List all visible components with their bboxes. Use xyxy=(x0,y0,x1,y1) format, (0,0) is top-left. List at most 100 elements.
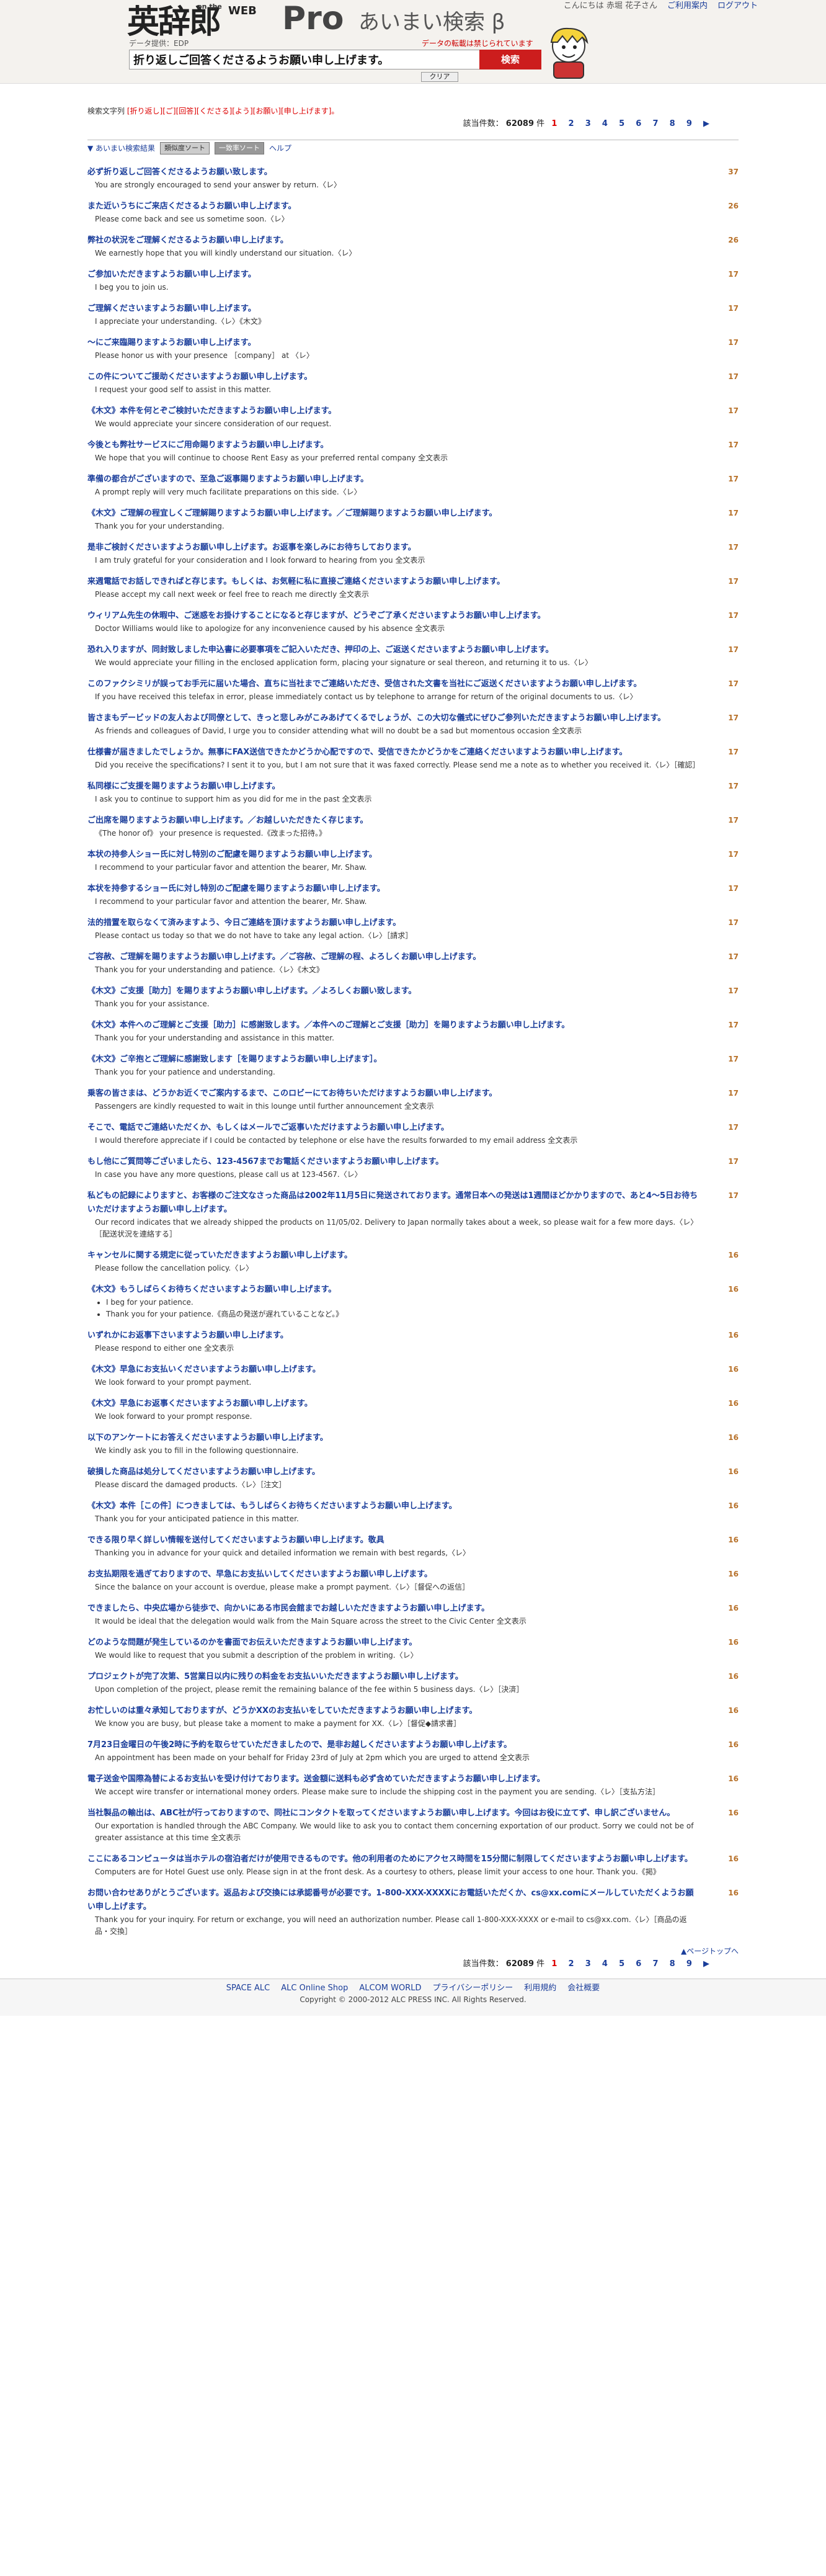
result-japanese[interactable]: ～にご来臨賜りますようお願い申し上げます。 xyxy=(87,336,701,350)
result-japanese[interactable]: 乗客の皆さまは、どうかお近くでご案内するまで、このロビーにてお待ちいただけますよ… xyxy=(87,1087,701,1101)
result-japanese[interactable]: ここにあるコンピュータは当ホテルの宿泊者だけが使用できるものです。他の利用者のた… xyxy=(87,1853,701,1866)
result-japanese[interactable]: もし他にご質問等ございましたら、123-4567までお電話くださいますようお願い… xyxy=(87,1155,701,1169)
result-japanese[interactable]: 以下のアンケートにお答えくださいますようお願い申し上げます。 xyxy=(87,1431,701,1445)
result-score: 17 xyxy=(728,1089,739,1098)
page-3[interactable]: 3 xyxy=(585,119,591,130)
result-japanese[interactable]: いずれかにお返事下さいますようお願い申し上げます。 xyxy=(87,1329,701,1343)
result-japanese[interactable]: お忙しいのは重々承知しておりますが、どうかXXのお支払いをしていただきますようお… xyxy=(87,1704,701,1718)
page-4[interactable]: 4 xyxy=(602,119,608,130)
footer-link-company[interactable]: 会社概要 xyxy=(567,1983,600,1994)
result-japanese[interactable]: 《木文》早急にお返事くださいますようお願い申し上げます。 xyxy=(87,1397,701,1411)
result-japanese[interactable]: また近いうちにご来店くださるようお願い申し上げます。 xyxy=(87,200,701,213)
result-japanese[interactable]: 破損した商品は処分してくださいますようお願い申し上げます。 xyxy=(87,1465,701,1479)
help-link-sort[interactable]: ヘルプ xyxy=(269,143,291,153)
result-japanese[interactable]: 恐れ入りますが、同封致しました申込書に必要事項をご記入いただき、押印の上、ご返送… xyxy=(87,643,701,657)
result-japanese[interactable]: 皆さまもデービッドの友人および同僚として、きっと悲しみがこみあげてくるでしょうが… xyxy=(87,712,701,725)
result-japanese[interactable]: 《木文》本件へのご理解とご支援［助力］に感謝致します。／本件へのご理解とご支援［… xyxy=(87,1019,701,1032)
search-button[interactable]: 検索 xyxy=(479,50,541,69)
page-top-anchor[interactable]: ▲ページトップへ xyxy=(681,1947,739,1956)
result-japanese[interactable]: ご理解くださいますようお願い申し上げます。 xyxy=(87,302,701,316)
page-1[interactable]: 1 xyxy=(551,119,557,130)
result-japanese[interactable]: どのような問題が発生しているのかを書面でお伝えいただきますようお願い申し上げます… xyxy=(87,1636,701,1650)
result-score: 16 xyxy=(728,1740,739,1749)
pager-count: 62089 xyxy=(505,1959,535,1969)
result-japanese[interactable]: ご出席を賜りますようお願い申し上げます。／お越しいただきたく存じます。 xyxy=(87,814,701,828)
page-6[interactable]: 6 xyxy=(636,1959,641,1970)
result-japanese[interactable]: 《木文》本件［この件］につきましては、もうしばらくお待ちくださいますようお願い申… xyxy=(87,1500,701,1513)
result-japanese[interactable]: できる限り早く詳しい情報を送付してくださいますようお願い申し上げます。敬具 xyxy=(87,1534,701,1547)
page-5[interactable]: 5 xyxy=(619,1959,624,1970)
result-score: 17 xyxy=(728,1021,739,1029)
result-japanese[interactable]: 弊社の状況をご理解くださるようお願い申し上げます。 xyxy=(87,234,701,248)
result-english: Thank you for your inquiry. For return o… xyxy=(95,1915,687,1936)
result-japanese[interactable]: お支払期限を過ぎておりますので、早急にお支払いしてくださいますようお願い申し上げ… xyxy=(87,1568,701,1581)
result-japanese[interactable]: 仕様書が届きましたでしょうか。無事にFAX送信できたかどうか心配ですので、受信で… xyxy=(87,746,701,759)
result-japanese[interactable]: 《木文》ご理解の程宜しくご理解賜りますようお願い申し上げます。／ご理解賜りますよ… xyxy=(87,507,701,521)
footer-link-space-alc[interactable]: SPACE ALC xyxy=(226,1983,270,1994)
page-2[interactable]: 2 xyxy=(569,119,574,130)
result-japanese[interactable]: 本状を持参するショー氏に対し特別のご配慮を賜りますようお願い申し上げます。 xyxy=(87,882,701,896)
page-2[interactable]: 2 xyxy=(569,1959,574,1970)
logout-link[interactable]: ログアウト xyxy=(717,1,758,11)
page-1[interactable]: 1 xyxy=(551,1959,557,1970)
page-8[interactable]: 8 xyxy=(670,1959,675,1970)
result-japanese[interactable]: プロジェクトが完了次第、5営業日以内に残りの料金をお支払いいただきますようお願い… xyxy=(87,1670,701,1684)
result-japanese[interactable]: 準備の都合がございますので、至急ご返事賜りますようお願い申し上げます。 xyxy=(87,473,701,486)
page-top-link[interactable]: ▲ページトップへ xyxy=(87,1946,739,1956)
result-entry: このファクシミリが誤ってお手元に届いた場合、直ちに当社までご連絡いただき、受信さ… xyxy=(87,678,739,703)
sort-match-rate-button[interactable]: 一致率ソート xyxy=(215,142,265,154)
result-japanese[interactable]: 今後とも弊社サービスにご用命賜りますようお願い申し上げます。 xyxy=(87,439,701,452)
next-page-button[interactable]: ▶ xyxy=(703,119,709,130)
result-japanese[interactable]: 《木文》もうしばらくお待ちくださいますようお願い申し上げます。 xyxy=(87,1283,701,1297)
clear-button[interactable]: クリア xyxy=(421,72,458,82)
result-japanese[interactable]: ご容赦、ご理解を賜りますようお願い申し上げます。／ご容赦、ご理解の程、よろしくお… xyxy=(87,950,701,964)
page-3[interactable]: 3 xyxy=(585,1959,591,1970)
page-6[interactable]: 6 xyxy=(636,119,641,130)
result-japanese[interactable]: できましたら、中央広場から徒歩で、向かいにある市民会館までお越しいただきますよう… xyxy=(87,1602,701,1616)
page-7[interactable]: 7 xyxy=(652,119,658,130)
result-japanese[interactable]: 《木文》ご支援［助力］を賜りますようお願い申し上げます。／よろしくお願い致します… xyxy=(87,985,701,998)
result-english: I would therefore appreciate if I could … xyxy=(95,1136,578,1145)
result-japanese[interactable]: 電子送金や国際為替によるお支払いを受け付けております。送金額に送料も必ず含めてい… xyxy=(87,1773,701,1786)
page-5[interactable]: 5 xyxy=(619,119,624,130)
result-japanese[interactable]: キャンセルに関する規定に従っていただきますようお願い申し上げます。 xyxy=(87,1249,701,1263)
result-japanese[interactable]: 本状の持参人ショー氏に対し特別のご配慮を賜りますようお願い申し上げます。 xyxy=(87,848,701,862)
page-9[interactable]: 9 xyxy=(686,1959,692,1970)
page-7[interactable]: 7 xyxy=(652,1959,658,1970)
footer-link-terms[interactable]: 利用規約 xyxy=(524,1983,556,1994)
result-japanese[interactable]: 《木文》早急にお支払いくださいますようお願い申し上げます。 xyxy=(87,1363,701,1377)
result-japanese[interactable]: 私同様にご支援を賜りますようお願い申し上げます。 xyxy=(87,780,701,794)
result-japanese[interactable]: お問い合わせありがとうございます。返品および交換には承認番号が必要です。1-80… xyxy=(87,1887,701,1914)
result-english: Thanking you in advance for your quick a… xyxy=(95,1549,471,1557)
pager-bottom: 該当件数： 62089 件 1 2 3 4 5 6 7 8 9 ▶ xyxy=(87,1959,739,1970)
result-score: 17 xyxy=(728,850,739,859)
page-8[interactable]: 8 xyxy=(670,119,675,130)
result-english: We hope that you will continue to choose… xyxy=(95,454,448,462)
result-japanese[interactable]: 来週電話でお話しできればと存じます。もしくは、お気軽に私に直接ご連絡くださいます… xyxy=(87,575,701,589)
result-score: 17 xyxy=(728,577,739,586)
result-japanese[interactable]: 7月23日金曜日の午後2時に予約を取らせていただきましたので、是非お越しください… xyxy=(87,1738,701,1752)
footer-link-alcom[interactable]: ALCOM WORLD xyxy=(359,1983,421,1994)
result-japanese[interactable]: 当社製品の輸出は、ABC社が行っておりますので、同社にコンタクトを取ってください… xyxy=(87,1807,701,1820)
result-entry: この件についてご援助くださいますようお願い申し上げます。 I request yo… xyxy=(87,370,739,396)
result-japanese[interactable]: 法的措置を取らなくて済みますよう、今日ご連絡を頂けますようお願い申し上げます。 xyxy=(87,916,701,930)
help-link[interactable]: ご利用案内 xyxy=(667,1,708,11)
result-japanese[interactable]: ご参加いただきますようお願い申し上げます。 xyxy=(87,268,701,282)
result-japanese[interactable]: そこで、電話でご連絡いただくか、もしくはメールでご返事いただけますようお願い申し… xyxy=(87,1121,701,1135)
result-japanese[interactable]: ウィリアム先生の休暇中、ご迷惑をお掛けすることになると存じますが、どうぞご了承く… xyxy=(87,609,701,623)
result-japanese[interactable]: 必ず折り返しご回答くださるようお願い致します。 xyxy=(87,166,701,179)
page-9[interactable]: 9 xyxy=(686,119,692,130)
footer-link-shop[interactable]: ALC Online Shop xyxy=(281,1983,348,1994)
result-score: 17 xyxy=(728,611,739,620)
footer-link-privacy[interactable]: プライバシーポリシー xyxy=(433,1983,513,1994)
result-japanese[interactable]: このファクシミリが誤ってお手元に届いた場合、直ちに当社までご連絡いただき、受信さ… xyxy=(87,678,701,691)
result-japanese[interactable]: 是非ご検討くださいますようお願い申し上げます。お返事を楽しみにお待ちしております… xyxy=(87,541,701,555)
next-page-button[interactable]: ▶ xyxy=(703,1959,709,1970)
search-input[interactable] xyxy=(129,50,480,69)
sort-similarity-button[interactable]: 類似度ソート xyxy=(160,142,210,154)
result-japanese[interactable]: 《木文》本件を何とぞご検討いただきますようお願い申し上げます。 xyxy=(87,405,701,418)
page-4[interactable]: 4 xyxy=(602,1959,608,1970)
result-japanese[interactable]: 私どもの記録によりますと、お客様のご注文なさった商品は2002年11月5日に発送… xyxy=(87,1189,701,1217)
result-japanese[interactable]: この件についてご援助くださいますようお願い申し上げます。 xyxy=(87,370,701,384)
result-japanese[interactable]: 《木文》ご辛抱とご理解に感謝致します［を賜りますようお願い申し上げます］。 xyxy=(87,1053,701,1067)
